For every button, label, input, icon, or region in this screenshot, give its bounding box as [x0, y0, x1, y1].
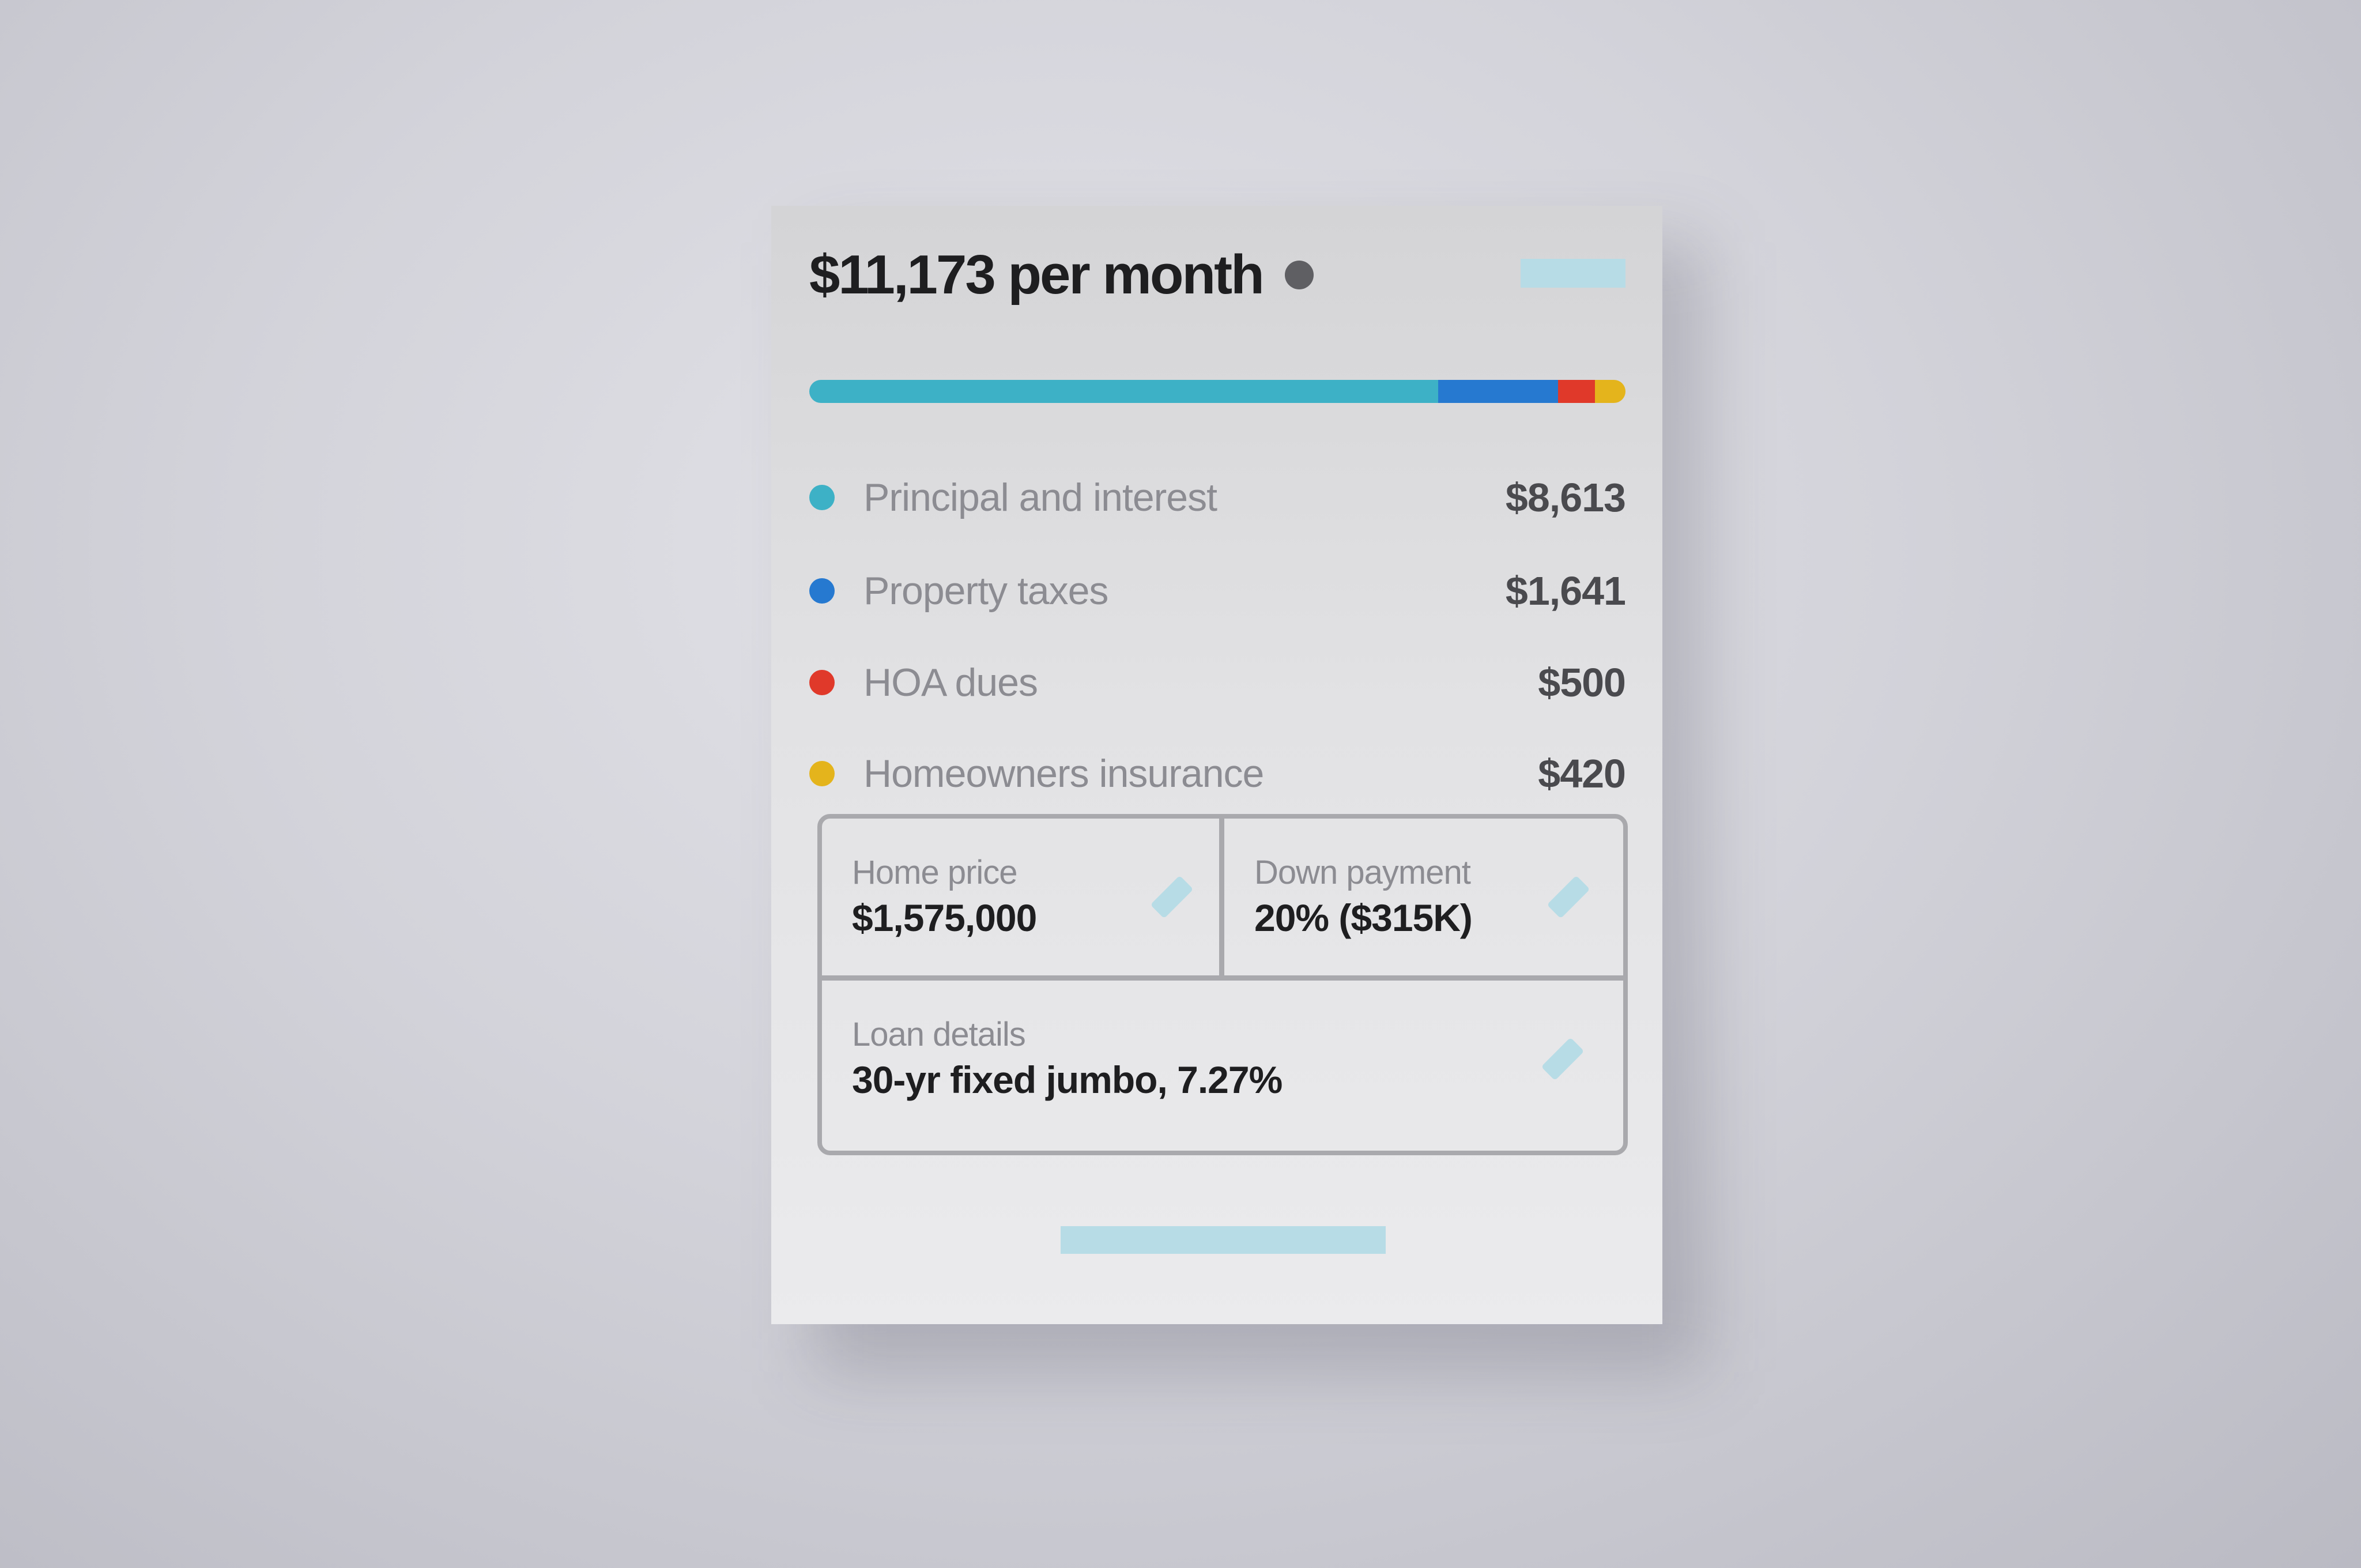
- loan-details-field[interactable]: Loan details 30-yr fixed jumbo, 7.27%: [822, 981, 1623, 1151]
- breakdown-row-hoa: HOA dues $500: [809, 651, 1626, 714]
- loan-details-value: 30-yr fixed jumbo, 7.27%: [852, 1058, 1283, 1101]
- legend-dot-icon: [809, 578, 835, 604]
- loan-inputs-panel: Home price $1,575,000 Down payment 20% (…: [817, 814, 1628, 1155]
- bar-segment-insurance: [1594, 380, 1625, 403]
- breakdown-row-principal: Principal and interest $8,613: [809, 466, 1626, 529]
- loan-details-label: Loan details: [852, 1016, 1026, 1053]
- payment-breakdown-bar: [809, 380, 1625, 403]
- monthly-payment-title: $11,173 per month: [809, 244, 1265, 306]
- legend-dot-icon: [809, 485, 835, 510]
- down-payment-value: 20% ($315K): [1254, 896, 1473, 939]
- edit-pencil-icon[interactable]: [1150, 875, 1194, 919]
- breakdown-label: Property taxes: [863, 569, 1108, 613]
- legend-dot-icon: [809, 670, 835, 695]
- breakdown-value: $8,613: [1505, 475, 1626, 520]
- home-price-label: Home price: [852, 854, 1018, 891]
- breakdown-label: HOA dues: [863, 661, 1038, 704]
- edit-pencil-icon[interactable]: [1541, 1037, 1585, 1081]
- bar-segment-taxes: [1438, 380, 1559, 403]
- breakdown-row-taxes: Property taxes $1,641: [809, 559, 1626, 623]
- edit-pencil-icon[interactable]: [1547, 875, 1590, 919]
- home-price-field[interactable]: Home price $1,575,000: [822, 819, 1219, 975]
- legend-dot-icon: [809, 761, 835, 786]
- breakdown-row-insurance: Homeowners insurance $420: [809, 742, 1626, 805]
- breakdown-value: $500: [1538, 660, 1626, 705]
- divider: [1219, 819, 1224, 975]
- breakdown-value: $1,641: [1505, 568, 1626, 613]
- footer-action-link[interactable]: [1061, 1226, 1386, 1254]
- home-price-value: $1,575,000: [852, 896, 1037, 939]
- breakdown-label: Homeowners insurance: [863, 752, 1264, 796]
- down-payment-label: Down payment: [1254, 854, 1471, 891]
- down-payment-field[interactable]: Down payment 20% ($315K): [1224, 819, 1623, 975]
- breakdown-label: Principal and interest: [863, 476, 1217, 519]
- payment-calculator-card: $11,173 per month Principal and interest…: [771, 206, 1662, 1324]
- breakdown-value: $420: [1538, 751, 1626, 796]
- payment-summary-header: $11,173 per month: [809, 235, 1314, 315]
- bar-segment-hoa: [1558, 380, 1595, 403]
- header-action-link[interactable]: [1521, 259, 1625, 288]
- info-dot-icon[interactable]: [1284, 261, 1314, 289]
- divider: [822, 975, 1623, 981]
- bar-segment-principal: [809, 380, 1439, 403]
